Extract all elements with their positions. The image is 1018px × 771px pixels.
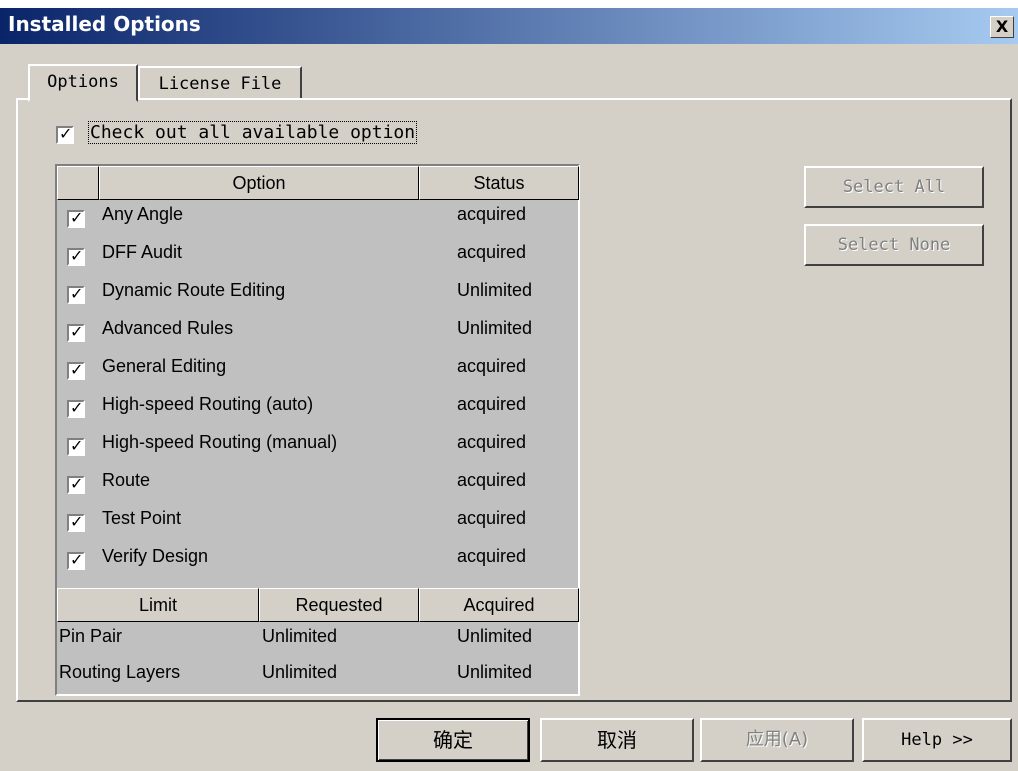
- option-checkbox[interactable]: [67, 436, 85, 456]
- option-row[interactable]: Route acquired: [57, 464, 578, 502]
- check-all-checkbox[interactable]: [56, 124, 74, 144]
- close-button[interactable]: X: [990, 16, 1014, 38]
- tab-license-file[interactable]: License File: [138, 66, 302, 100]
- limit-name: Pin Pair: [59, 626, 123, 646]
- option-row[interactable]: Verify Design acquired: [57, 540, 578, 578]
- option-name: General Editing: [102, 356, 227, 376]
- option-checkbox[interactable]: [67, 474, 85, 494]
- select-all-button[interactable]: Select All: [804, 166, 984, 208]
- tab-options[interactable]: Options: [28, 64, 138, 102]
- header-limit[interactable]: Limit: [57, 588, 259, 622]
- option-row[interactable]: DFF Audit acquired: [57, 236, 578, 274]
- option-name: Dynamic Route Editing: [102, 280, 286, 300]
- header-check-column: [57, 166, 99, 200]
- ok-button[interactable]: 确定: [376, 718, 530, 762]
- option-checkbox[interactable]: [67, 398, 85, 418]
- option-checkbox[interactable]: [67, 360, 85, 380]
- cancel-button[interactable]: 取消: [540, 718, 694, 762]
- limit-acquired: Unlimited: [457, 626, 533, 646]
- limit-requested: Unlimited: [262, 626, 338, 646]
- option-status: acquired: [457, 204, 527, 224]
- option-status: acquired: [457, 546, 527, 566]
- option-name: Route: [102, 470, 151, 490]
- option-checkbox[interactable]: [67, 550, 85, 570]
- option-name: High-speed Routing (auto): [102, 394, 314, 414]
- option-checkbox[interactable]: [67, 512, 85, 532]
- option-name: Advanced Rules: [102, 318, 234, 338]
- option-checkbox[interactable]: [67, 208, 85, 228]
- option-status: acquired: [457, 508, 527, 528]
- select-none-button[interactable]: Select None: [804, 224, 984, 266]
- header-option[interactable]: Option: [99, 166, 419, 200]
- limit-requested: Unlimited: [262, 662, 338, 682]
- option-checkbox[interactable]: [67, 246, 85, 266]
- check-all-label[interactable]: Check out all available option: [88, 121, 418, 144]
- option-status: acquired: [457, 242, 527, 262]
- option-checkbox[interactable]: [67, 284, 85, 304]
- option-name: Any Angle: [102, 204, 184, 224]
- option-status: Unlimited: [457, 318, 533, 338]
- limit-row[interactable]: Pin Pair Unlimited Unlimited: [57, 622, 578, 658]
- title-bar: Installed Options X: [0, 0, 1018, 44]
- option-name: Verify Design: [102, 546, 209, 566]
- option-status: acquired: [457, 432, 527, 452]
- option-row[interactable]: Test Point acquired: [57, 502, 578, 540]
- option-checkbox[interactable]: [67, 322, 85, 342]
- option-status: acquired: [457, 470, 527, 490]
- limit-name: Routing Layers: [59, 662, 181, 682]
- option-row[interactable]: General Editing acquired: [57, 350, 578, 388]
- limit-acquired: Unlimited: [457, 662, 533, 682]
- option-status: Unlimited: [457, 280, 533, 300]
- option-name: High-speed Routing (manual): [102, 432, 338, 452]
- option-name: Test Point: [102, 508, 182, 528]
- option-name: DFF Audit: [102, 242, 183, 262]
- option-row[interactable]: Advanced Rules Unlimited: [57, 312, 578, 350]
- apply-button[interactable]: 应用(A): [700, 718, 854, 762]
- help-button[interactable]: Help >>: [862, 718, 1012, 762]
- option-row[interactable]: Any Angle acquired: [57, 198, 578, 236]
- option-status: acquired: [457, 394, 527, 414]
- header-acquired[interactable]: Acquired: [419, 588, 579, 622]
- option-row[interactable]: Dynamic Route Editing Unlimited: [57, 274, 578, 312]
- option-row[interactable]: High-speed Routing (auto) acquired: [57, 388, 578, 426]
- option-status: acquired: [457, 356, 527, 376]
- header-status[interactable]: Status: [419, 166, 579, 200]
- header-requested[interactable]: Requested: [259, 588, 419, 622]
- window-title: Installed Options: [8, 12, 201, 36]
- option-row[interactable]: High-speed Routing (manual) acquired: [57, 426, 578, 464]
- options-list[interactable]: Option Status Any Angle acquired DFF Aud…: [55, 164, 580, 696]
- limit-row[interactable]: Routing Layers Unlimited Unlimited: [57, 658, 578, 694]
